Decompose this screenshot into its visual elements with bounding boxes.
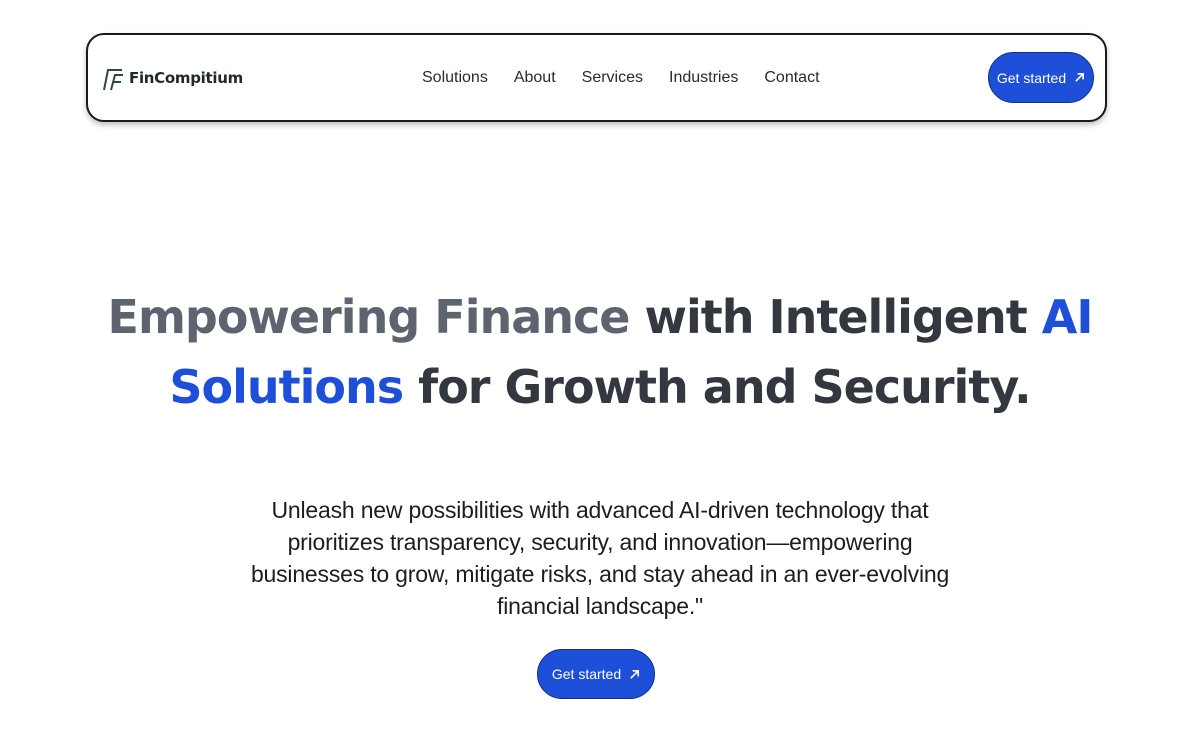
- top-navbar: FinCompitium Solutions About Services In…: [86, 33, 1107, 122]
- fincompitium-logo-icon: [103, 68, 123, 90]
- hero-title-part2: with Intelligent: [629, 290, 1042, 344]
- nav-link-contact[interactable]: Contact: [764, 69, 819, 87]
- hero-title-part1: Empowering Finance: [107, 290, 631, 344]
- nav-link-industries[interactable]: Industries: [669, 69, 738, 87]
- hero-title: Empowering Finance with Intelligent AI S…: [0, 282, 1200, 422]
- nav-get-started-label: Get started: [996, 69, 1067, 86]
- brand-name: FinCompitium: [129, 68, 243, 87]
- hero-subtitle: Unleash new possibilities with advanced …: [250, 497, 950, 619]
- nav-link-services[interactable]: Services: [582, 69, 643, 87]
- hero-title-part4: for Growth and Security.: [403, 360, 1031, 414]
- nav-get-started-button[interactable]: Get started: [988, 52, 1094, 103]
- nav-link-solutions[interactable]: Solutions: [422, 69, 488, 87]
- hero-get-started-label: Get started: [551, 666, 622, 682]
- arrow-up-right-icon: [1075, 73, 1085, 82]
- brand[interactable]: FinCompitium: [101, 35, 243, 120]
- nav-link-about[interactable]: About: [514, 69, 556, 87]
- nav-links: Solutions About Services Industries Cont…: [422, 35, 820, 120]
- hero-get-started-button[interactable]: Get started: [537, 649, 655, 699]
- arrow-up-right-icon: [630, 669, 640, 679]
